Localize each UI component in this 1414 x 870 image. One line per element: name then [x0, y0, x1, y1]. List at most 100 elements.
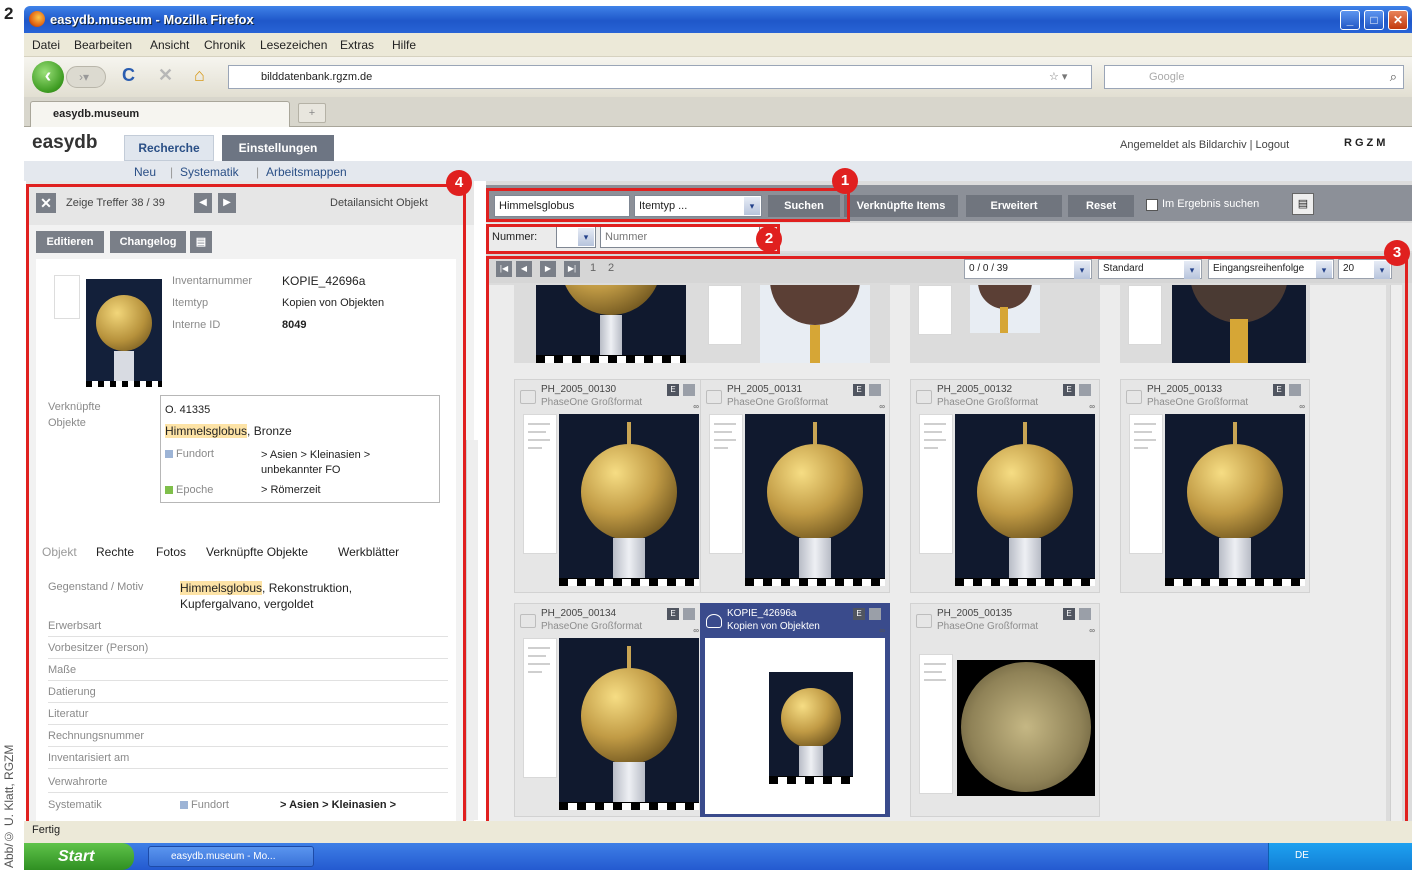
select-badge[interactable]: [683, 608, 695, 620]
results-scrollbar[interactable]: [1390, 285, 1402, 821]
next-hit-button[interactable]: ▶: [218, 193, 236, 213]
result-card[interactable]: [910, 285, 1100, 363]
tab-werkblaetter[interactable]: Werkblätter: [338, 545, 399, 559]
close-window-button[interactable]: ✕: [1388, 10, 1408, 30]
next-page-button[interactable]: ▶: [540, 261, 556, 277]
result-card[interactable]: [700, 285, 890, 363]
nummer-operator-select[interactable]: ▾: [556, 226, 596, 248]
search-highlight: Himmelsglobus: [180, 581, 263, 595]
chevron-down-icon: ▾: [1374, 261, 1390, 279]
last-page-button[interactable]: ▶|: [564, 261, 580, 277]
page-link[interactable]: 2: [608, 262, 614, 274]
subnav-neu[interactable]: Neu: [134, 165, 156, 179]
bookmark-star-icon[interactable]: ☆ ▾: [1049, 66, 1067, 88]
tab-einstellungen[interactable]: Einstellungen: [222, 135, 334, 161]
sort-select[interactable]: Eingangsreihenfolge ▾: [1208, 259, 1334, 279]
edit-badge[interactable]: E: [853, 384, 865, 396]
object-thumbnail[interactable]: [86, 279, 162, 387]
tab-fotos[interactable]: Fotos: [156, 545, 186, 559]
detail-scrollbar[interactable]: [466, 440, 478, 820]
detail-panel: ✕ Zeige Treffer 38 / 39 ◀ ▶ Detailansich…: [26, 181, 474, 821]
reset-button[interactable]: Reset: [1068, 195, 1134, 217]
login-status[interactable]: Angemeldet als Bildarchiv | Logout: [1120, 139, 1289, 151]
edit-badge[interactable]: E: [667, 384, 679, 396]
menu-extras[interactable]: Extras: [340, 38, 374, 52]
first-page-button[interactable]: |◀: [496, 261, 512, 277]
menu-hilfe[interactable]: Hilfe: [392, 38, 416, 52]
menu-chronik[interactable]: Chronik: [204, 38, 245, 52]
advanced-button[interactable]: Erweitert: [966, 195, 1062, 217]
edit-button[interactable]: Editieren: [36, 231, 104, 253]
print-icon[interactable]: ▤: [1292, 193, 1314, 215]
print-icon[interactable]: ▤: [190, 231, 212, 253]
result-card[interactable]: [1120, 285, 1310, 363]
link-icon: ∞: [693, 626, 699, 635]
edit-badge[interactable]: E: [667, 608, 679, 620]
result-count-select[interactable]: 0 / 0 / 39 ▾: [964, 259, 1092, 279]
result-card[interactable]: PH_2005_00131 PhaseOne Großformat E ∞: [700, 379, 890, 593]
result-card[interactable]: PH_2005_00132 PhaseOne Großformat E ∞: [910, 379, 1100, 593]
subnav-arbeitsmappen[interactable]: Arbeitsmappen: [266, 165, 347, 179]
result-card[interactable]: [514, 285, 704, 363]
tab-objekt[interactable]: Objekt: [42, 545, 77, 559]
tab-verknuepfte-objekte[interactable]: Verknüpfte Objekte: [206, 545, 308, 559]
tab-recherche[interactable]: Recherche: [124, 135, 214, 161]
select-badge[interactable]: [1079, 384, 1091, 396]
home-icon[interactable]: ⌂: [194, 65, 205, 86]
view-select[interactable]: Standard ▾: [1098, 259, 1202, 279]
menu-ansicht[interactable]: Ansicht: [150, 38, 189, 52]
itemtype-select[interactable]: Itemtyp ... ▾: [634, 195, 762, 217]
forward-button[interactable]: ›▾: [66, 66, 106, 88]
result-card[interactable]: PH_2005_00133 PhaseOne Großformat E ∞: [1120, 379, 1310, 593]
internal-id: 8049: [282, 319, 307, 331]
search-engine-box[interactable]: Google ⌕: [1104, 65, 1404, 89]
linked-items-button[interactable]: Verknüpfte Items: [844, 195, 958, 217]
language-indicator[interactable]: DE: [1295, 850, 1309, 861]
minimize-button[interactable]: _: [1340, 10, 1360, 30]
stop-icon[interactable]: ✕: [158, 65, 173, 86]
url-bar[interactable]: bilddatenbank.rgzm.de ☆ ▾: [228, 65, 1092, 89]
select-badge[interactable]: [1079, 608, 1091, 620]
search-button[interactable]: Suchen: [768, 195, 840, 217]
edit-badge[interactable]: E: [1063, 384, 1075, 396]
result-card[interactable]: PH_2005_00134 PhaseOne Großformat E ∞: [514, 603, 704, 817]
start-button[interactable]: Start: [24, 843, 134, 870]
per-page-select[interactable]: 20 ▾: [1338, 259, 1392, 279]
result-card[interactable]: PH_2005_00135 PhaseOne Großformat E ∞: [910, 603, 1100, 817]
sort-value: Eingangsreihenfolge: [1213, 263, 1305, 274]
detail-row: Verwahrorte: [48, 771, 448, 793]
nummer-input[interactable]: [600, 226, 760, 248]
field-label: Inventarnummer: [172, 275, 253, 287]
menu-bearbeiten[interactable]: Bearbeiten: [74, 38, 132, 52]
reload-icon[interactable]: C: [122, 65, 135, 86]
menu-datei[interactable]: Datei: [32, 38, 60, 52]
select-badge[interactable]: [869, 384, 881, 396]
within-results-checkbox[interactable]: [1146, 199, 1158, 211]
linked-object[interactable]: O. 41335 Himmelsglobus, Bronze Fundort >…: [160, 395, 440, 503]
search-icon[interactable]: ⌕: [1390, 66, 1397, 88]
close-detail-button[interactable]: ✕: [36, 193, 56, 213]
select-badge[interactable]: [869, 608, 881, 620]
subnav-systematik[interactable]: Systematik: [180, 165, 239, 179]
select-badge[interactable]: [683, 384, 695, 396]
taskbar-firefox-item[interactable]: easydb.museum - Mo...: [148, 846, 314, 867]
page-link[interactable]: 1: [590, 262, 596, 274]
edit-badge[interactable]: E: [1273, 384, 1285, 396]
tab-rechte[interactable]: Rechte: [96, 545, 134, 559]
select-badge[interactable]: [1289, 384, 1301, 396]
search-input[interactable]: Himmelsglobus: [494, 195, 630, 217]
prev-page-button[interactable]: ◀: [516, 261, 532, 277]
result-card[interactable]: PH_2005_00130 PhaseOne Großformat E ∞: [514, 379, 704, 593]
prev-hit-button[interactable]: ◀: [194, 193, 212, 213]
new-tab-button[interactable]: +: [298, 103, 326, 123]
card-title: PH_2005_00135: [937, 608, 1013, 619]
edit-badge[interactable]: E: [853, 608, 865, 620]
edit-badge[interactable]: E: [1063, 608, 1075, 620]
changelog-button[interactable]: Changelog: [110, 231, 186, 253]
browser-tab[interactable]: easydb.museum: [30, 101, 290, 127]
result-card[interactable]: KOPIE_42696a Kopien von Objekten E ∞: [700, 603, 890, 817]
search-engine-placeholder: Google: [1149, 71, 1185, 83]
menu-lesezeichen[interactable]: Lesezeichen: [260, 38, 327, 52]
maximize-button[interactable]: □: [1364, 10, 1384, 30]
back-button[interactable]: ‹: [32, 61, 64, 93]
